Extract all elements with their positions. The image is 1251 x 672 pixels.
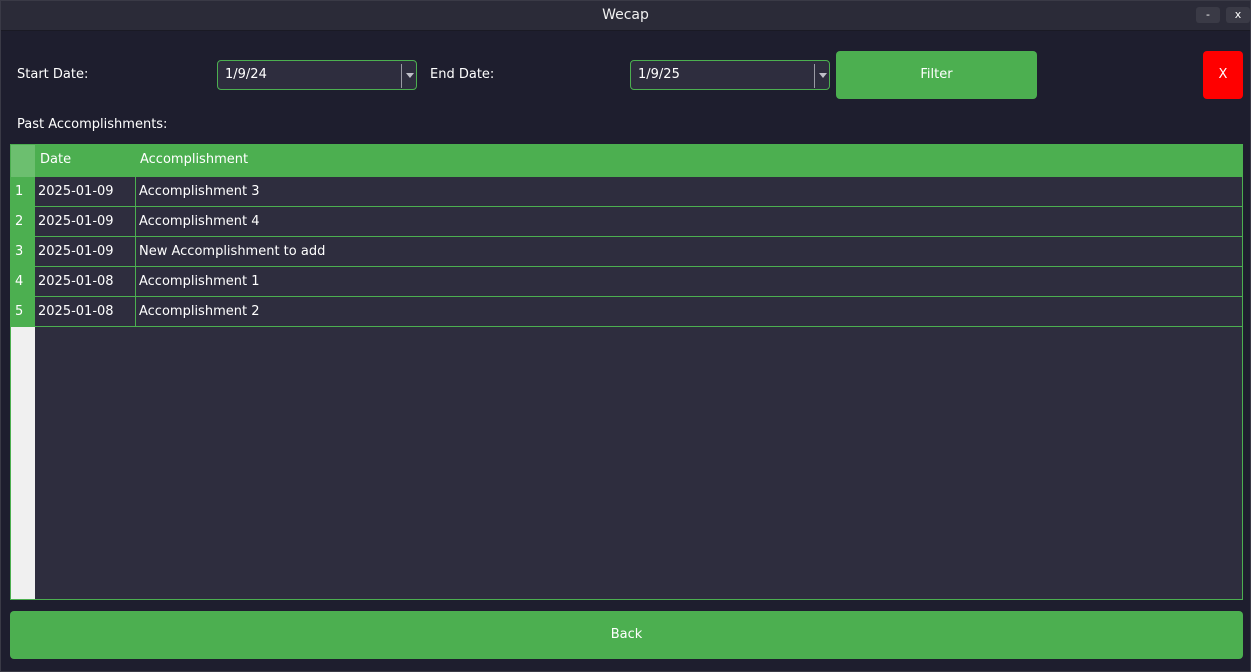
date-cell[interactable]: 2025-01-09: [35, 237, 136, 267]
combo-divider: [401, 64, 402, 88]
table-row[interactable]: 2 2025-01-09 Accomplishment 4: [11, 207, 1242, 237]
section-label: Past Accomplishments:: [17, 117, 168, 132]
column-header-accomplishment[interactable]: Accomplishment: [140, 145, 248, 177]
accomplishment-cell[interactable]: Accomplishment 1: [136, 267, 1242, 297]
row-number[interactable]: 4: [11, 267, 35, 297]
minimize-button[interactable]: -: [1196, 7, 1220, 23]
title-bar[interactable]: Wecap - x: [1, 1, 1250, 31]
back-button[interactable]: Back: [10, 611, 1243, 659]
row-number[interactable]: 3: [11, 237, 35, 267]
start-date-label: Start Date:: [17, 67, 89, 82]
row-header-empty-area: [11, 327, 35, 599]
end-date-label: End Date:: [430, 67, 495, 82]
row-number[interactable]: 2: [11, 207, 35, 237]
column-header-date[interactable]: Date: [40, 145, 71, 177]
table-header: Date Accomplishment: [11, 145, 1242, 177]
date-cell[interactable]: 2025-01-08: [35, 297, 136, 327]
window-title: Wecap: [602, 7, 649, 23]
accomplishments-table[interactable]: Date Accomplishment 1 2025-01-09 Accompl…: [10, 144, 1243, 600]
accomplishment-cell[interactable]: New Accomplishment to add: [136, 237, 1242, 267]
end-date-value: 1/9/25: [638, 67, 680, 82]
table-row[interactable]: 3 2025-01-09 New Accomplishment to add: [11, 237, 1242, 267]
date-cell[interactable]: 2025-01-09: [35, 207, 136, 237]
close-button[interactable]: X: [1203, 51, 1243, 99]
accomplishment-cell[interactable]: Accomplishment 3: [136, 177, 1242, 207]
accomplishment-cell[interactable]: Accomplishment 2: [136, 297, 1242, 327]
end-date-select[interactable]: 1/9/25: [630, 60, 830, 90]
window-close-button[interactable]: x: [1226, 7, 1250, 23]
start-date-value: 1/9/24: [225, 67, 267, 82]
filter-button[interactable]: Filter: [836, 51, 1037, 99]
date-cell[interactable]: 2025-01-08: [35, 267, 136, 297]
chevron-down-icon[interactable]: [406, 73, 414, 78]
table-row[interactable]: 1 2025-01-09 Accomplishment 3: [11, 177, 1242, 207]
corner-button[interactable]: [11, 145, 35, 177]
table-row[interactable]: 5 2025-01-08 Accomplishment 2: [11, 297, 1242, 327]
start-date-select[interactable]: 1/9/24: [217, 60, 417, 90]
row-number[interactable]: 5: [11, 297, 35, 327]
accomplishment-cell[interactable]: Accomplishment 4: [136, 207, 1242, 237]
row-number[interactable]: 1: [11, 177, 35, 207]
app-window: Wecap - x Start Date: 1/9/24 End Date: 1…: [0, 0, 1251, 672]
combo-divider: [814, 64, 815, 88]
table-row[interactable]: 4 2025-01-08 Accomplishment 1: [11, 267, 1242, 297]
chevron-down-icon[interactable]: [819, 73, 827, 78]
date-cell[interactable]: 2025-01-09: [35, 177, 136, 207]
